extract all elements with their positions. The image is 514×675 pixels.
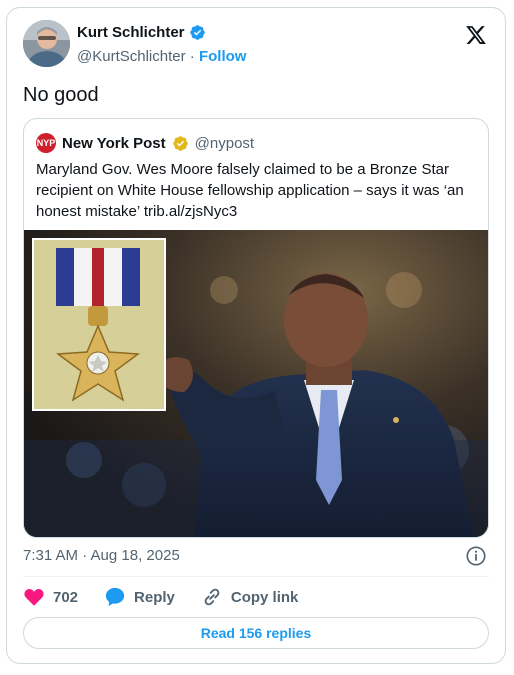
action-bar: 702 Reply Copy link [23, 586, 324, 608]
quoted-photo[interactable] [24, 230, 488, 537]
author-handle[interactable]: @KurtSchlichter [77, 48, 186, 65]
author-name[interactable]: Kurt Schlichter [77, 24, 185, 41]
copy-link-label: Copy link [230, 588, 299, 606]
quoted-header: NYP New York Post @nypost [36, 133, 254, 153]
verified-badge-icon [189, 25, 205, 40]
divider [23, 576, 489, 577]
separator: · [189, 48, 195, 65]
link-icon [204, 588, 220, 606]
reply-label: Reply [134, 588, 175, 606]
x-logo-icon[interactable] [465, 24, 487, 46]
heart-icon [24, 589, 44, 606]
tweet-card: Kurt Schlichter @KurtSchlichter · Follow… [6, 7, 506, 664]
reply-button[interactable]: Reply [104, 586, 175, 608]
info-icon[interactable] [465, 545, 487, 567]
tweet-timestamp[interactable]: 7:31 AM · Aug 18, 2025 [23, 547, 180, 564]
like-count: 702 [53, 588, 79, 606]
quoted-author-handle: @nypost [194, 134, 255, 152]
medal-inset-photo [32, 238, 166, 411]
nypost-logo: NYP [36, 133, 56, 153]
quoted-tweet[interactable]: NYP New York Post @nypost Maryland Gov. … [23, 118, 489, 538]
follow-button[interactable]: Follow [199, 48, 247, 65]
author-name-row[interactable]: Kurt Schlichter [77, 24, 206, 41]
avatar[interactable] [23, 20, 70, 67]
copy-link-button[interactable]: Copy link [201, 586, 299, 608]
handle-row: @KurtSchlichter · Follow [77, 48, 246, 65]
quoted-text: Maryland Gov. Wes Moore falsely claimed … [36, 161, 464, 220]
reply-bubble-icon [105, 587, 125, 607]
read-replies-button[interactable]: Read 156 replies [23, 617, 489, 649]
gold-verified-badge-icon [172, 135, 188, 151]
tweet-text: No good [23, 84, 99, 106]
like-button[interactable]: 702 [23, 586, 78, 608]
quoted-author-name: New York Post [62, 134, 166, 152]
